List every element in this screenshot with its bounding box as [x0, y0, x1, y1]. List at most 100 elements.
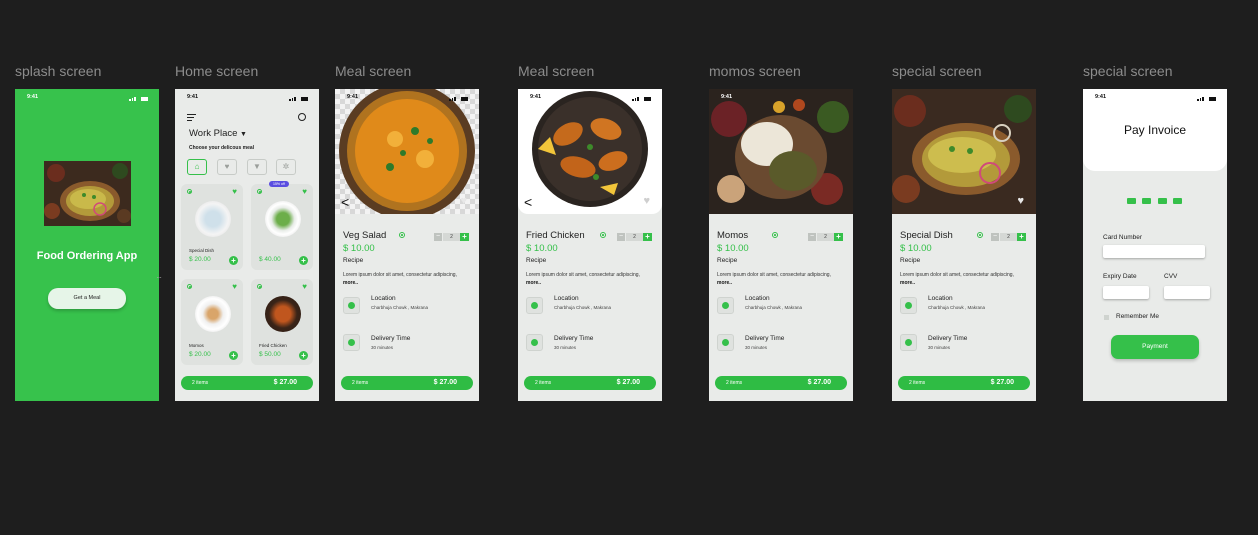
more-link[interactable]: more.. — [900, 280, 915, 286]
status-icons — [1197, 95, 1219, 101]
card-icon[interactable] — [1127, 198, 1136, 204]
heart-icon[interactable]: ♥ — [302, 282, 307, 291]
delivery-value: 30 minutes — [554, 345, 577, 350]
delivery-label: Delivery Time — [745, 335, 785, 342]
meal-price: $ 10.00 — [526, 243, 558, 254]
add-button[interactable]: + — [229, 256, 238, 265]
veg-indicator-icon — [257, 189, 262, 194]
wallet-icon[interactable] — [1142, 198, 1152, 204]
get-meal-button[interactable]: Get a Meal — [48, 288, 126, 309]
more-link[interactable]: more.. — [526, 280, 541, 286]
heart-icon[interactable]: ♥ — [302, 187, 307, 196]
food-price: $ 20.00 — [189, 351, 211, 358]
frame-label-meal-2: Meal screen — [518, 63, 595, 79]
meal-description: Lorem ipsum dolor sit amet, consectetur … — [343, 271, 471, 287]
location-selector[interactable]: Work Place ▼ — [189, 128, 247, 139]
quantity-stepper[interactable]: −2 + — [617, 233, 652, 241]
heart-icon[interactable]: ♥ — [643, 195, 650, 207]
expiry-field[interactable] — [1103, 286, 1149, 299]
dish-image — [195, 296, 231, 332]
back-icon[interactable]: < — [341, 194, 349, 210]
add-button[interactable]: + — [299, 351, 308, 360]
cvv-field[interactable] — [1164, 286, 1210, 299]
quantity-value: 2 — [443, 233, 460, 241]
status-icons — [129, 95, 151, 101]
cart-bar[interactable]: 2 items $ 27.00 — [181, 376, 313, 390]
veg-indicator-icon — [772, 232, 778, 238]
plus-button[interactable]: + — [834, 233, 843, 241]
plus-button[interactable]: + — [460, 233, 469, 241]
filter-home-icon[interactable]: ⌂ — [187, 159, 207, 175]
clock-icon — [900, 334, 917, 351]
cart-bar[interactable]: 2 items $ 27.00 — [898, 376, 1030, 390]
cart-bar[interactable]: 2 items $ 27.00 — [524, 376, 656, 390]
connector-dots: ··· — [156, 273, 162, 282]
quantity-value: 2 — [1000, 233, 1017, 241]
clock-icon — [343, 334, 360, 351]
heart-icon[interactable]: ♥ — [232, 187, 237, 196]
heart-icon[interactable]: ♥ — [460, 195, 467, 207]
invoice-screen: 9:41 Pay Invoice Card Number Expiry Date… — [1083, 89, 1227, 401]
status-time: 9:41 — [1095, 94, 1107, 100]
status-time: 9:41 — [27, 94, 39, 100]
payment-methods[interactable] — [1127, 191, 1183, 209]
location-pin-icon — [343, 297, 360, 314]
meal-screen-special-dish: ♥ Special Dish −2 + $ 10.00 Recipe Lorem … — [892, 89, 1036, 401]
meal-price: $ 10.00 — [717, 243, 749, 254]
quantity-stepper[interactable]: −2 + — [434, 233, 469, 241]
menu-icon[interactable] — [187, 114, 196, 121]
meal-description: Lorem ipsum dolor sit amet, consectetur … — [717, 271, 845, 287]
meal-title: Fried Chicken — [526, 230, 585, 241]
filter-dish-icon[interactable]: ✲ — [276, 159, 296, 175]
food-card[interactable]: ♥ Fried Chicken $ 50.00 + — [251, 279, 313, 365]
plus-button[interactable]: + — [643, 233, 652, 241]
filter-heart-icon[interactable]: ♥ — [217, 159, 237, 175]
recipe-label: Recipe — [526, 257, 547, 264]
location-value: Charbhuja Chowk , Makrana — [745, 305, 803, 310]
minus-button[interactable]: − — [808, 233, 816, 241]
splash-dish-illustration — [44, 161, 131, 226]
dish-image — [195, 201, 231, 237]
food-card[interactable]: ♥ Special Dish $ 20.00 + — [181, 184, 243, 270]
location-value: Charbhuja Chowk , Makrana — [554, 305, 612, 310]
minus-button[interactable]: − — [617, 233, 625, 241]
search-icon[interactable] — [298, 113, 306, 121]
more-link[interactable]: more.. — [343, 280, 358, 286]
meal-description: Lorem ipsum dolor sit amet, consectetur … — [526, 271, 654, 287]
add-button[interactable]: + — [229, 351, 238, 360]
filter-funnel-icon[interactable]: ▼ — [247, 159, 267, 175]
cart-bar[interactable]: 2 items $ 27.00 — [715, 376, 847, 390]
food-price: $ 40.00 — [259, 256, 281, 263]
location-label: Location — [371, 295, 396, 302]
add-button[interactable]: + — [299, 256, 308, 265]
more-link[interactable]: more.. — [717, 280, 732, 286]
delivery-value: 30 minutes — [371, 345, 394, 350]
card-number-field[interactable] — [1103, 245, 1205, 258]
minus-button[interactable]: − — [991, 233, 999, 241]
quantity-stepper[interactable]: −2 + — [991, 233, 1026, 241]
expiry-label: Expiry Date — [1103, 273, 1137, 280]
food-card[interactable]: ♥ 15% off $ 40.00 + — [251, 181, 313, 270]
meal-screen-momos: 9:41 Momos −2 + $ 10.00 Recipe Lorem ipsu… — [709, 89, 853, 401]
veg-salad-illustration — [339, 89, 475, 219]
plus-button[interactable]: + — [1017, 233, 1026, 241]
cart-items: 2 items — [535, 380, 552, 386]
delivery-label: Delivery Time — [554, 335, 594, 342]
payment-button[interactable]: Payment — [1111, 335, 1199, 359]
bank-icon[interactable] — [1157, 198, 1167, 204]
veg-indicator-icon — [187, 189, 192, 194]
minus-button[interactable]: − — [434, 233, 442, 241]
upi-icon[interactable] — [1173, 198, 1183, 204]
heart-icon[interactable]: ♥ — [1017, 195, 1024, 207]
recipe-label: Recipe — [343, 257, 364, 264]
frame-label-momos: momos screen — [709, 63, 801, 79]
remember-checkbox[interactable] — [1104, 315, 1109, 320]
heart-icon[interactable]: ♥ — [232, 282, 237, 291]
food-name: Fried Chicken — [259, 343, 287, 348]
back-icon[interactable]: < — [524, 194, 532, 210]
cart-bar[interactable]: 2 items $ 27.00 — [341, 376, 473, 390]
invoice-title: Pay Invoice — [1123, 123, 1187, 137]
food-card[interactable]: ♥ Momos $ 20.00 + — [181, 279, 243, 365]
quantity-stepper[interactable]: −2 + — [808, 233, 843, 241]
location-label: Work Place — [189, 128, 238, 139]
